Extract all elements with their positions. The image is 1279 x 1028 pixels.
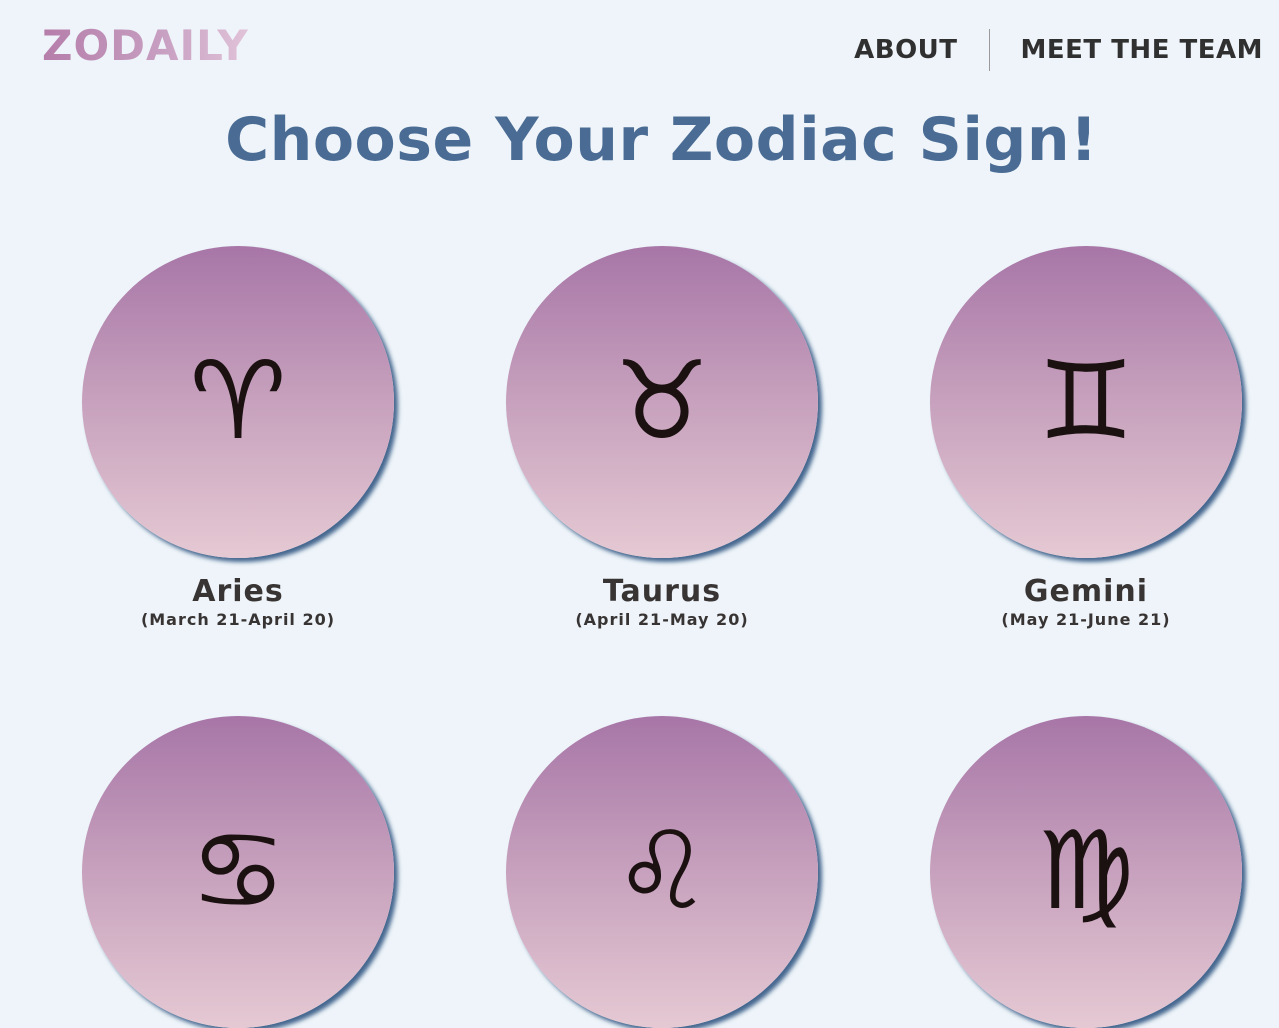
sign-circle[interactable]: ♍︎ — [930, 716, 1242, 1028]
gemini-icon: ♊︎ — [1037, 339, 1135, 464]
nav-divider — [988, 29, 990, 71]
sign-card-leo[interactable]: ♌︎ — [506, 716, 822, 1028]
aries-icon: ♈︎ — [189, 339, 287, 464]
sign-card-cancer[interactable]: ♋︎ — [82, 716, 398, 1028]
taurus-icon: ♉︎ — [613, 339, 711, 464]
sign-card-taurus[interactable]: ♉︎ Taurus (April 21-May 20) — [506, 246, 822, 629]
sign-circle[interactable]: ♉︎ — [506, 246, 818, 558]
site-logo[interactable]: ZODAILY — [42, 22, 249, 70]
sign-circle[interactable]: ♊︎ — [930, 246, 1242, 558]
sign-dates: (March 21-April 20) — [140, 610, 336, 629]
sign-dates: (May 21-June 21) — [1001, 610, 1171, 629]
sign-card-virgo[interactable]: ♍︎ — [930, 716, 1246, 1028]
main-nav: ABOUT MEET THE TEAM — [854, 28, 1263, 72]
cancer-icon: ♋︎ — [189, 809, 287, 934]
sign-name: Gemini — [1023, 574, 1149, 609]
sign-name: Aries — [192, 574, 284, 609]
page-title: Choose Your Zodiac Sign! — [225, 105, 1098, 175]
sign-card-gemini[interactable]: ♊︎ Gemini (May 21-June 21) — [930, 246, 1246, 629]
site-header: ZODAILY ABOUT MEET THE TEAM — [0, 0, 1279, 100]
sign-circle[interactable]: ♈︎ — [82, 246, 394, 558]
sign-circle[interactable]: ♋︎ — [82, 716, 394, 1028]
sign-name: Taurus — [602, 574, 722, 609]
nav-meet-the-team-link[interactable]: MEET THE TEAM — [1021, 28, 1263, 72]
sign-dates: (April 21-May 20) — [575, 610, 749, 629]
sign-circle[interactable]: ♌︎ — [506, 716, 818, 1028]
leo-icon: ♌︎ — [613, 809, 711, 934]
nav-about-link[interactable]: ABOUT — [854, 28, 957, 72]
virgo-icon: ♍︎ — [1037, 809, 1135, 934]
sign-card-aries[interactable]: ♈︎ Aries (March 21-April 20) — [82, 246, 398, 629]
